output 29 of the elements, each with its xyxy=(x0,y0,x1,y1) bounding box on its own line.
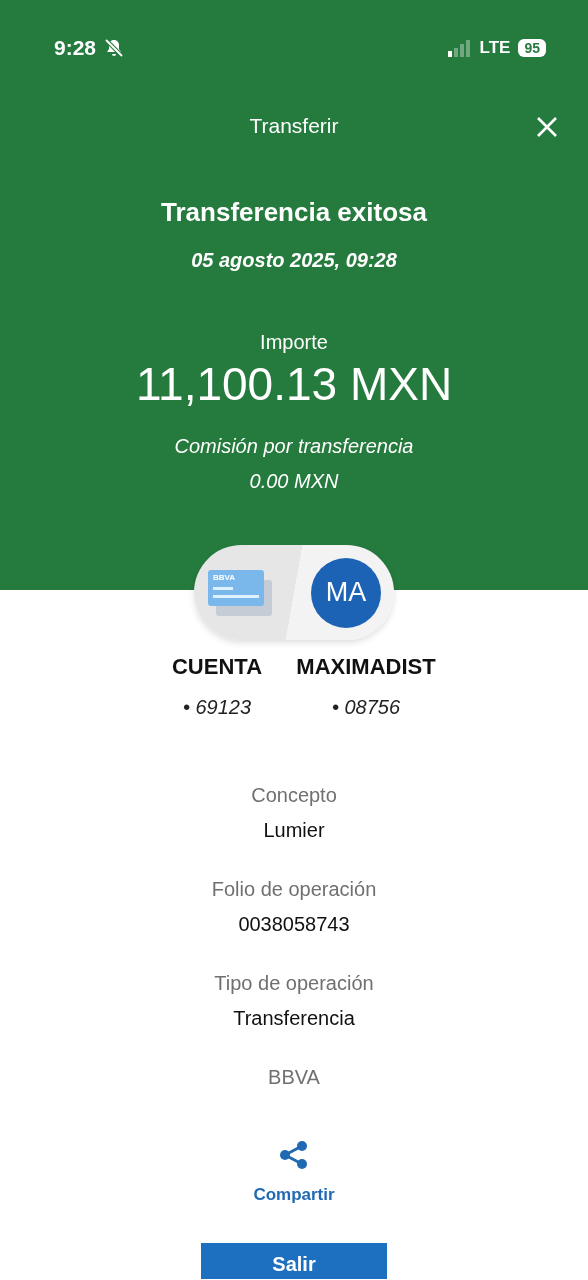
detail-value: Lumier xyxy=(262,818,326,843)
share-icon[interactable] xyxy=(279,1140,309,1170)
account-number: • 08756 xyxy=(330,695,402,720)
card-brand: BBVA xyxy=(213,572,236,582)
detail-label: Concepto xyxy=(250,783,338,808)
detail-label: Tipo de operación xyxy=(213,971,375,996)
party-name: CUENTA xyxy=(171,653,263,681)
battery-level: 95 xyxy=(518,39,546,57)
party-name: MAXIMADIST xyxy=(295,653,437,681)
transfer-date: 05 agosto 2025, 09:28 xyxy=(190,248,398,273)
amount-value: 11,100.13 MXN xyxy=(134,357,454,411)
account-number: • 69123 xyxy=(181,695,253,720)
detail-value: Transferencia xyxy=(232,1006,356,1031)
share-link[interactable]: Compartir xyxy=(253,1183,335,1207)
detail-label: BBVA xyxy=(267,1065,321,1090)
close-icon[interactable] xyxy=(536,116,558,138)
muted-bell-icon xyxy=(104,38,125,58)
contact-avatar: MA xyxy=(311,557,381,628)
screen-title: Transferir xyxy=(249,113,339,139)
detail-value: 0038058743 xyxy=(237,912,351,937)
clock-time: 9:28 xyxy=(54,36,97,60)
success-heading: Transferencia exitosa xyxy=(160,196,428,229)
exit-button[interactable]: Salir xyxy=(201,1243,387,1279)
signal-icon xyxy=(447,39,472,57)
fee-value: 0.00 MXN xyxy=(248,469,340,494)
fee-label: Comisión por transferencia xyxy=(173,434,415,459)
network-type: LTE xyxy=(479,38,511,58)
amount-label: Importe xyxy=(259,330,329,355)
detail-label: Folio de operación xyxy=(210,877,378,902)
